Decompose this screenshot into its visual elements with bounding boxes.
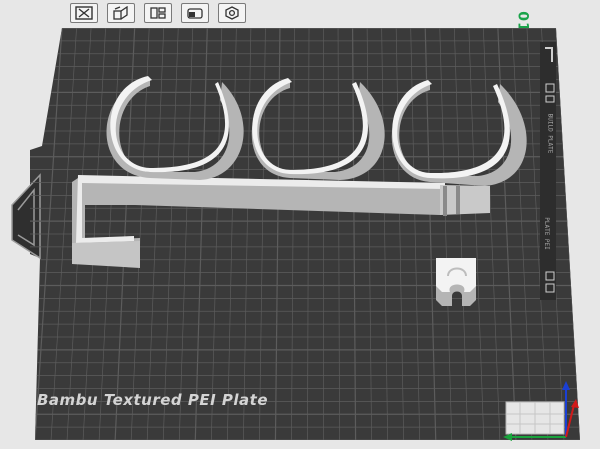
plate-side-strip (540, 42, 556, 300)
view-cube[interactable] (505, 401, 565, 435)
side-strip-text-1: BUILD PLATE (546, 113, 554, 154)
plate-type-label: Bambu Textured PEI Plate (37, 391, 268, 409)
build-plate-viewport[interactable] (0, 0, 600, 449)
side-strip-text-2: PLATE PEI (542, 217, 550, 250)
plate-tab (11, 173, 41, 260)
